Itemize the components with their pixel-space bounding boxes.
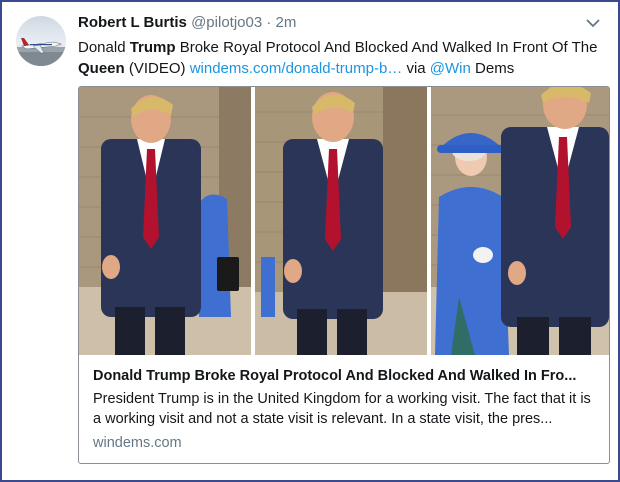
tweet-frame: Robert L Burtis @pilotjo03 · 2m Donald T…: [0, 0, 620, 482]
card-image[interactable]: [79, 87, 609, 355]
card-domain[interactable]: windems.com: [93, 435, 593, 451]
avatar[interactable]: [16, 16, 66, 66]
card-title[interactable]: Donald Trump Broke Royal Protocol And Bl…: [93, 366, 593, 386]
photo-panel-middle: [255, 87, 427, 355]
tweet-link[interactable]: windems.com/donald-trump-b…: [190, 60, 403, 77]
chevron-down-icon[interactable]: [584, 16, 602, 30]
tweet-text-part: via: [402, 60, 430, 77]
link-card[interactable]: Donald Trump Broke Royal Protocol And Bl…: [78, 86, 610, 464]
card-description: President Trump is in the United Kingdom…: [93, 391, 591, 427]
timestamp[interactable]: 2m: [276, 14, 297, 31]
tweet-keyword: Queen: [78, 60, 125, 77]
separator-dot: ·: [266, 14, 272, 31]
author-handle[interactable]: @pilotjo03: [191, 14, 262, 31]
author-name[interactable]: Robert L Burtis: [78, 14, 187, 31]
photo-panel-left: [79, 87, 251, 355]
tweet-text: Donald Trump Broke Royal Protocol And Bl…: [78, 37, 603, 79]
tweet-text-part: Broke Royal Protocol And Blocked And Wal…: [175, 39, 598, 56]
mention-link[interactable]: @Win: [430, 60, 471, 77]
tweet-keyword: Trump: [129, 39, 176, 56]
tweet-header: Robert L Burtis @pilotjo03 · 2m: [78, 14, 296, 31]
tweet-text-part: (VIDEO): [124, 60, 190, 77]
airplane-icon: [16, 38, 66, 66]
tweet-text-part: Dems: [470, 60, 515, 77]
photo-panel-right: [431, 87, 609, 355]
card-body: Donald Trump Broke Royal Protocol And Bl…: [93, 366, 593, 451]
tweet-text-part: Donald: [78, 39, 130, 56]
